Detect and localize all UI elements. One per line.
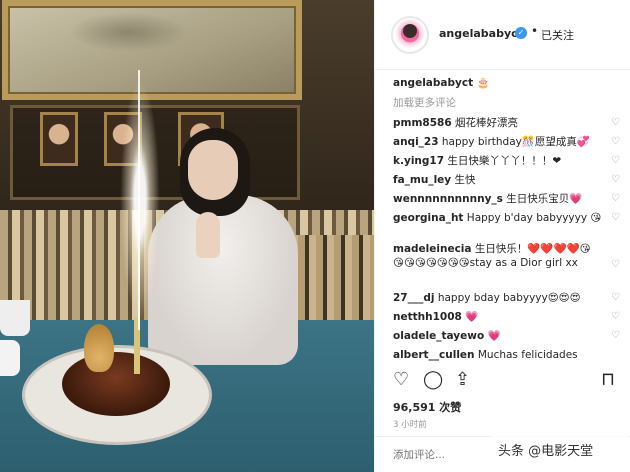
- likes-count[interactable]: 96,591 次赞: [393, 399, 461, 415]
- comment-row: wennnnnnnnnny_s 生日快乐宝贝💗: [393, 192, 611, 206]
- photo-praying-hands: [196, 212, 220, 258]
- add-comment-input[interactable]: [393, 449, 493, 461]
- comment-text: Muchas felicidades: [477, 349, 578, 361]
- comment-text: 💗: [487, 330, 501, 342]
- comment-text: 💗: [465, 311, 479, 323]
- comment-username[interactable]: wennnnnnnnnny_s: [393, 193, 503, 205]
- comment-username[interactable]: georgina_ht: [393, 212, 463, 224]
- comment-row: k.ying17 生日快樂丫丫丫！！！❤: [393, 154, 611, 168]
- photo-person-sweater: [148, 195, 298, 365]
- comment-like-heart-icon[interactable]: ♡: [611, 156, 621, 166]
- comment-username[interactable]: madeleinecia: [393, 243, 472, 255]
- heart-outline-icon[interactable]: ♡: [393, 370, 409, 390]
- comments-panel: angelababyct ✓ • 已关注 angelababyct 🎂 加载更多…: [374, 0, 630, 472]
- load-more-comments-link[interactable]: 加载更多评论: [393, 95, 456, 110]
- comment-row: georgina_ht Happy b'day babyyyyy 😘: [393, 211, 611, 225]
- comment-like-heart-icon[interactable]: ♡: [611, 260, 621, 270]
- comment-text: 生快: [454, 174, 476, 186]
- action-bar: ♡ ◯ ⇪ ⊓: [375, 366, 630, 394]
- comment-username[interactable]: 27___dj: [393, 292, 434, 304]
- comment-username[interactable]: k.ying17: [393, 155, 444, 167]
- comment-like-heart-icon[interactable]: ♡: [611, 194, 621, 204]
- comment-bubble-icon[interactable]: ◯: [423, 370, 443, 390]
- post-timestamp: 3 小时前: [393, 420, 427, 430]
- photo-portrait-left: [40, 112, 78, 166]
- header-username[interactable]: angelababyct: [439, 27, 523, 40]
- comment-text: 生日快乐！❤️❤️❤️❤️😘: [474, 243, 591, 255]
- comment-row: netthh1008 💗: [393, 310, 611, 324]
- comment-row: fa_mu_ley 生快: [393, 173, 611, 187]
- watermark: 头条 @电影天堂: [498, 444, 594, 459]
- photo-person-face: [188, 140, 238, 200]
- comment-row: madeleinecia 生日快乐！❤️❤️❤️❤️😘 😘😘😘😘😘😘😘stay …: [393, 242, 611, 270]
- comment-text: Happy b'day babyyyyy 😘: [466, 212, 602, 224]
- photo-cake-topping: [84, 324, 114, 372]
- photo-sparkler-stick: [138, 70, 140, 330]
- comment-row: oladele_tayewo 💗: [393, 329, 611, 343]
- cake-emoji-icon: 🎂: [476, 77, 490, 89]
- comment-row: pmm8586 烟花棒好漂亮: [393, 116, 611, 130]
- comment-text: happy bday babyyyy😍😍😍: [437, 292, 581, 304]
- comment-like-heart-icon[interactable]: ♡: [611, 137, 621, 147]
- comment-like-heart-icon[interactable]: ♡: [611, 118, 621, 128]
- comment-like-heart-icon[interactable]: ♡: [611, 312, 621, 322]
- comment-like-heart-icon[interactable]: ♡: [611, 293, 621, 303]
- comment-username[interactable]: pmm8586: [393, 117, 452, 129]
- comment-username[interactable]: anqi_23: [393, 136, 439, 148]
- post-header: angelababyct ✓ • 已关注: [375, 0, 630, 70]
- comment-like-heart-icon[interactable]: ♡: [611, 175, 621, 185]
- comment-text: 生日快乐宝贝💗: [506, 193, 583, 205]
- share-icon[interactable]: ⇪: [455, 370, 470, 390]
- bookmark-icon[interactable]: ⊓: [601, 370, 615, 390]
- comment-username[interactable]: oladele_tayewo: [393, 330, 484, 342]
- photo-teacup: [0, 300, 30, 336]
- comment-text: 烟花棒好漂亮: [454, 117, 518, 129]
- comment-text-continued: 😘😘😘😘😘😘😘stay as a Dior girl xx: [393, 257, 578, 269]
- comment-username[interactable]: fa_mu_ley: [393, 174, 451, 186]
- verified-badge-icon: ✓: [515, 27, 527, 39]
- avatar[interactable]: [391, 16, 429, 54]
- follow-status-button[interactable]: 已关注: [541, 27, 574, 43]
- comment-text: 生日快樂丫丫丫！！！❤: [447, 155, 562, 167]
- photo-sparkler: [120, 80, 160, 320]
- comment-text: happy birthday🎊愿望成真💞: [441, 136, 590, 148]
- post-photo[interactable]: [0, 0, 374, 472]
- photo-saucer: [0, 340, 20, 376]
- post-caption: angelababyct 🎂: [393, 76, 490, 89]
- comment-username[interactable]: netthh1008: [393, 311, 462, 323]
- comment-row: albert__cullen Muchas felicidades: [393, 348, 611, 362]
- dot-separator: •: [531, 24, 539, 38]
- photo-cake: [62, 352, 170, 416]
- comment-like-heart-icon[interactable]: ♡: [611, 213, 621, 223]
- comment-row: 27___dj happy bday babyyyy😍😍😍: [393, 291, 611, 305]
- comment-row: anqi_23 happy birthday🎊愿望成真💞: [393, 135, 611, 149]
- comment-like-heart-icon[interactable]: ♡: [611, 331, 621, 341]
- caption-username[interactable]: angelababyct: [393, 77, 473, 89]
- comment-username[interactable]: albert__cullen: [393, 349, 475, 361]
